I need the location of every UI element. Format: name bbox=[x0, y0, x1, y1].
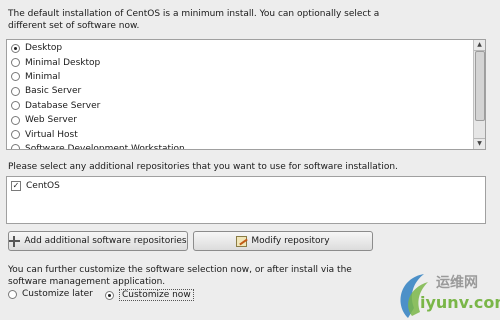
software-set-label: Web Server bbox=[25, 115, 77, 126]
repo-prompt: Please select any additional repositorie… bbox=[8, 162, 398, 172]
watermark-logo: 运维网 iyunv.com bbox=[392, 268, 500, 320]
add-repositories-label: Add additional software repositories bbox=[24, 236, 187, 246]
add-icon bbox=[9, 235, 21, 247]
software-set-radio[interactable] bbox=[11, 130, 20, 140]
repository-label: CentOS bbox=[26, 181, 60, 191]
customize-later-label: Customize later bbox=[22, 289, 93, 299]
watermark-chinese-text: 运维网 bbox=[436, 275, 478, 291]
intro-text: The default installation of CentOS is a … bbox=[8, 9, 380, 31]
software-set-radio[interactable] bbox=[11, 58, 20, 68]
software-set-list[interactable]: Desktop Minimal Desktop Minimal Basic Serve… bbox=[6, 39, 486, 150]
scroll-down-arrow-icon[interactable]: ▼ bbox=[474, 138, 485, 149]
modify-repository-button[interactable]: Modify repository bbox=[193, 231, 373, 251]
software-set-item[interactable]: Desktop bbox=[7, 41, 473, 55]
customize-now-radio[interactable] bbox=[105, 290, 114, 300]
watermark-domain-text: iyunv.com bbox=[420, 293, 500, 312]
customize-now-option[interactable]: Customize now bbox=[105, 289, 194, 301]
software-set-label: Minimal Desktop bbox=[25, 57, 101, 68]
software-set-item[interactable]: Software Development Workstation bbox=[7, 142, 473, 150]
software-set-label: Virtual Host bbox=[25, 129, 78, 140]
software-set-radio[interactable] bbox=[11, 115, 20, 125]
software-set-item[interactable]: Basic Server bbox=[7, 84, 473, 98]
scroll-up-arrow-icon[interactable]: ▲ bbox=[474, 40, 485, 51]
customize-now-label: Customize now bbox=[119, 289, 194, 301]
software-set-radio[interactable] bbox=[11, 72, 20, 82]
add-repositories-button[interactable]: Add additional software repositories bbox=[8, 231, 188, 251]
software-set-item[interactable]: Web Server bbox=[7, 113, 473, 127]
software-set-label: Basic Server bbox=[25, 86, 82, 97]
repository-item-centos[interactable]: ✓ CentOS bbox=[11, 179, 60, 193]
modify-repository-label: Modify repository bbox=[251, 236, 330, 246]
software-set-item[interactable]: Database Server bbox=[7, 99, 473, 113]
software-set-label: Database Server bbox=[25, 100, 101, 111]
software-set-item[interactable]: Minimal bbox=[7, 70, 473, 84]
software-set-label: Desktop bbox=[25, 43, 63, 54]
software-set-radio[interactable] bbox=[11, 43, 20, 53]
customize-text: You can further customize the software s… bbox=[8, 265, 352, 287]
customize-later-option[interactable]: Customize later bbox=[8, 289, 93, 299]
software-set-item[interactable]: Minimal Desktop bbox=[7, 55, 473, 69]
software-set-label: Minimal bbox=[25, 71, 61, 82]
customize-later-radio[interactable] bbox=[8, 289, 17, 299]
repository-checkbox[interactable]: ✓ bbox=[11, 181, 21, 191]
software-set-radio[interactable] bbox=[11, 86, 20, 96]
software-set-item[interactable]: Virtual Host bbox=[7, 127, 473, 141]
edit-icon bbox=[236, 235, 248, 247]
scrollbar-thumb[interactable] bbox=[475, 51, 485, 121]
software-set-radio[interactable] bbox=[11, 101, 20, 111]
software-set-radio[interactable] bbox=[11, 144, 20, 149]
repository-list[interactable]: ✓ CentOS bbox=[6, 176, 486, 224]
list-scrollbar[interactable]: ▲ ▼ bbox=[473, 40, 485, 149]
software-set-label: Software Development Workstation bbox=[25, 143, 185, 150]
software-set-items: Desktop Minimal Desktop Minimal Basic Serve… bbox=[7, 41, 473, 150]
